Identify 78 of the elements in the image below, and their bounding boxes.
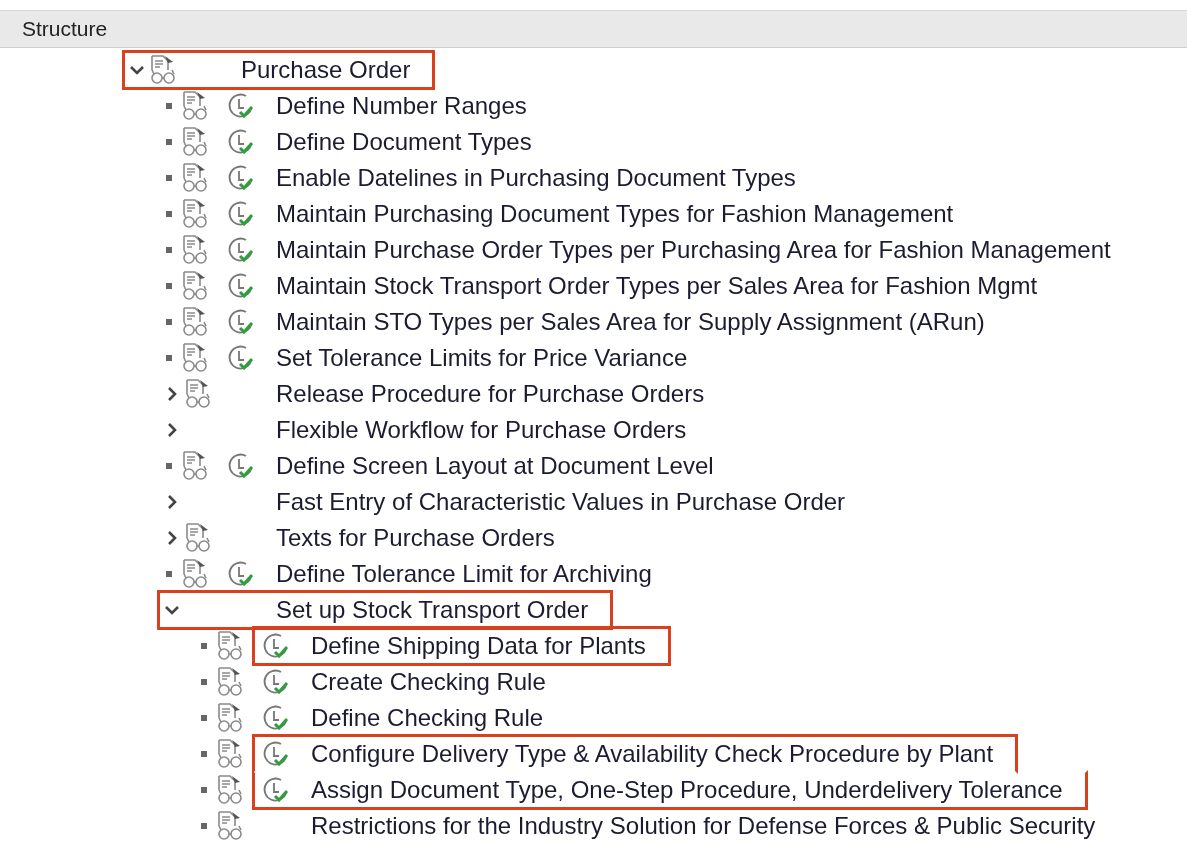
clock-check-icon[interactable]: [226, 127, 256, 157]
tree-item-label[interactable]: Release Procedure for Purchase Orders: [276, 380, 705, 408]
tree-item-label[interactable]: Define Shipping Data for Plants: [311, 632, 646, 660]
tree-item-label[interactable]: Maintain Purchasing Document Types for Fashion Management: [276, 200, 954, 228]
document-glasses-icon[interactable]: [216, 630, 244, 662]
document-glasses-icon[interactable]: [216, 702, 244, 734]
tree-item-label[interactable]: Maintain STO Types per Sales Area for Supply Assignment (ARun): [276, 308, 985, 336]
bullet-icon: [201, 787, 207, 793]
document-glasses-icon[interactable]: [181, 126, 209, 158]
tree-item-label[interactable]: Define Tolerance Limit for Archiving: [276, 560, 652, 588]
document-glasses-icon[interactable]: [216, 810, 244, 842]
document-glasses-icon[interactable]: [216, 774, 244, 806]
clock-check-icon[interactable]: [226, 199, 256, 229]
chevron-right-icon[interactable]: [167, 494, 177, 510]
document-glasses-icon[interactable]: [181, 162, 209, 194]
tree-item-label[interactable]: Texts for Purchase Orders: [276, 524, 555, 552]
tree-item-label[interactable]: Define Number Ranges: [276, 92, 527, 120]
bullet-icon: [201, 823, 207, 829]
tree-item-label[interactable]: Purchase Order: [241, 56, 411, 84]
bullet-icon: [166, 355, 172, 361]
bullet-icon: [201, 715, 207, 721]
bullet-icon: [166, 319, 172, 325]
document-glasses-icon[interactable]: [216, 738, 244, 770]
document-glasses-icon[interactable]: [216, 666, 244, 698]
tree-item-label[interactable]: Configure Delivery Type & Availability Check Procedure by Plant: [311, 740, 994, 768]
bullet-icon: [166, 463, 172, 469]
tree-item-label[interactable]: Define Screen Layout at Document Level: [276, 452, 714, 480]
clock-check-icon[interactable]: [261, 703, 291, 733]
clock-check-icon[interactable]: [261, 667, 291, 697]
chevron-right-icon[interactable]: [167, 530, 177, 546]
tree-item-label[interactable]: Maintain Stock Transport Order Types per Sales Area for Fashion Mgmt: [276, 272, 1038, 300]
chevron-right-icon[interactable]: [167, 386, 177, 402]
document-glasses-icon[interactable]: [181, 234, 209, 266]
document-glasses-icon[interactable]: [181, 450, 209, 482]
chevron-down-icon[interactable]: [164, 605, 180, 615]
bullet-icon: [201, 751, 207, 757]
clock-check-icon[interactable]: [226, 451, 256, 481]
tree-item-label[interactable]: Maintain Purchase Order Types per Purchasing Area for Fashion Management: [276, 236, 1111, 264]
bullet-icon: [166, 103, 172, 109]
tree-item-label[interactable]: Set Tolerance Limits for Price Variance: [276, 344, 688, 372]
clock-check-icon[interactable]: [226, 91, 256, 121]
tree-item-label[interactable]: Create Checking Rule: [311, 668, 546, 696]
tree-item-label[interactable]: Enable Datelines in Purchasing Document Types: [276, 164, 796, 192]
tree-item-label[interactable]: Fast Entry of Characteristic Values in Purchase Order: [276, 488, 846, 516]
tree-item-label[interactable]: Define Checking Rule: [311, 704, 544, 732]
clock-check-icon[interactable]: [226, 235, 256, 265]
tree-item-label[interactable]: Restrictions for the Industry Solution for Defense Forces & Public Security: [311, 812, 1096, 840]
document-glasses-icon[interactable]: [181, 90, 209, 122]
bullet-icon: [166, 247, 172, 253]
document-glasses-icon[interactable]: [184, 378, 212, 410]
clock-check-icon[interactable]: [226, 271, 256, 301]
bullet-icon: [166, 571, 172, 577]
bullet-icon: [166, 211, 172, 217]
clock-check-icon[interactable]: [226, 343, 256, 373]
clock-check-icon[interactable]: [226, 163, 256, 193]
bullet-icon: [166, 283, 172, 289]
clock-check-icon[interactable]: [226, 559, 256, 589]
bullet-icon: [166, 175, 172, 181]
chevron-down-icon[interactable]: [129, 65, 145, 75]
tree-item-label[interactable]: Assign Document Type, One-Step Procedure, Underdelivery Tolerance: [311, 776, 1063, 804]
document-glasses-icon[interactable]: [181, 270, 209, 302]
tree-item-label[interactable]: Flexible Workflow for Purchase Orders: [276, 416, 687, 444]
tree-item-label[interactable]: Set up Stock Transport Order: [276, 596, 589, 624]
document-glasses-icon[interactable]: [181, 306, 209, 338]
clock-check-icon[interactable]: [261, 631, 291, 661]
clock-check-icon[interactable]: [261, 775, 291, 805]
bullet-icon: [166, 139, 172, 145]
bullet-icon: [201, 679, 207, 685]
tree-item-label[interactable]: Define Document Types: [276, 128, 532, 156]
clock-check-icon[interactable]: [226, 307, 256, 337]
bullet-icon: [201, 643, 207, 649]
document-glasses-icon[interactable]: [181, 198, 209, 230]
document-glasses-icon[interactable]: [181, 342, 209, 374]
clock-check-icon[interactable]: [261, 739, 291, 769]
document-glasses-icon[interactable]: [184, 522, 212, 554]
column-header: Structure: [21, 16, 109, 42]
chevron-right-icon[interactable]: [167, 422, 177, 438]
document-glasses-icon[interactable]: [181, 558, 209, 590]
